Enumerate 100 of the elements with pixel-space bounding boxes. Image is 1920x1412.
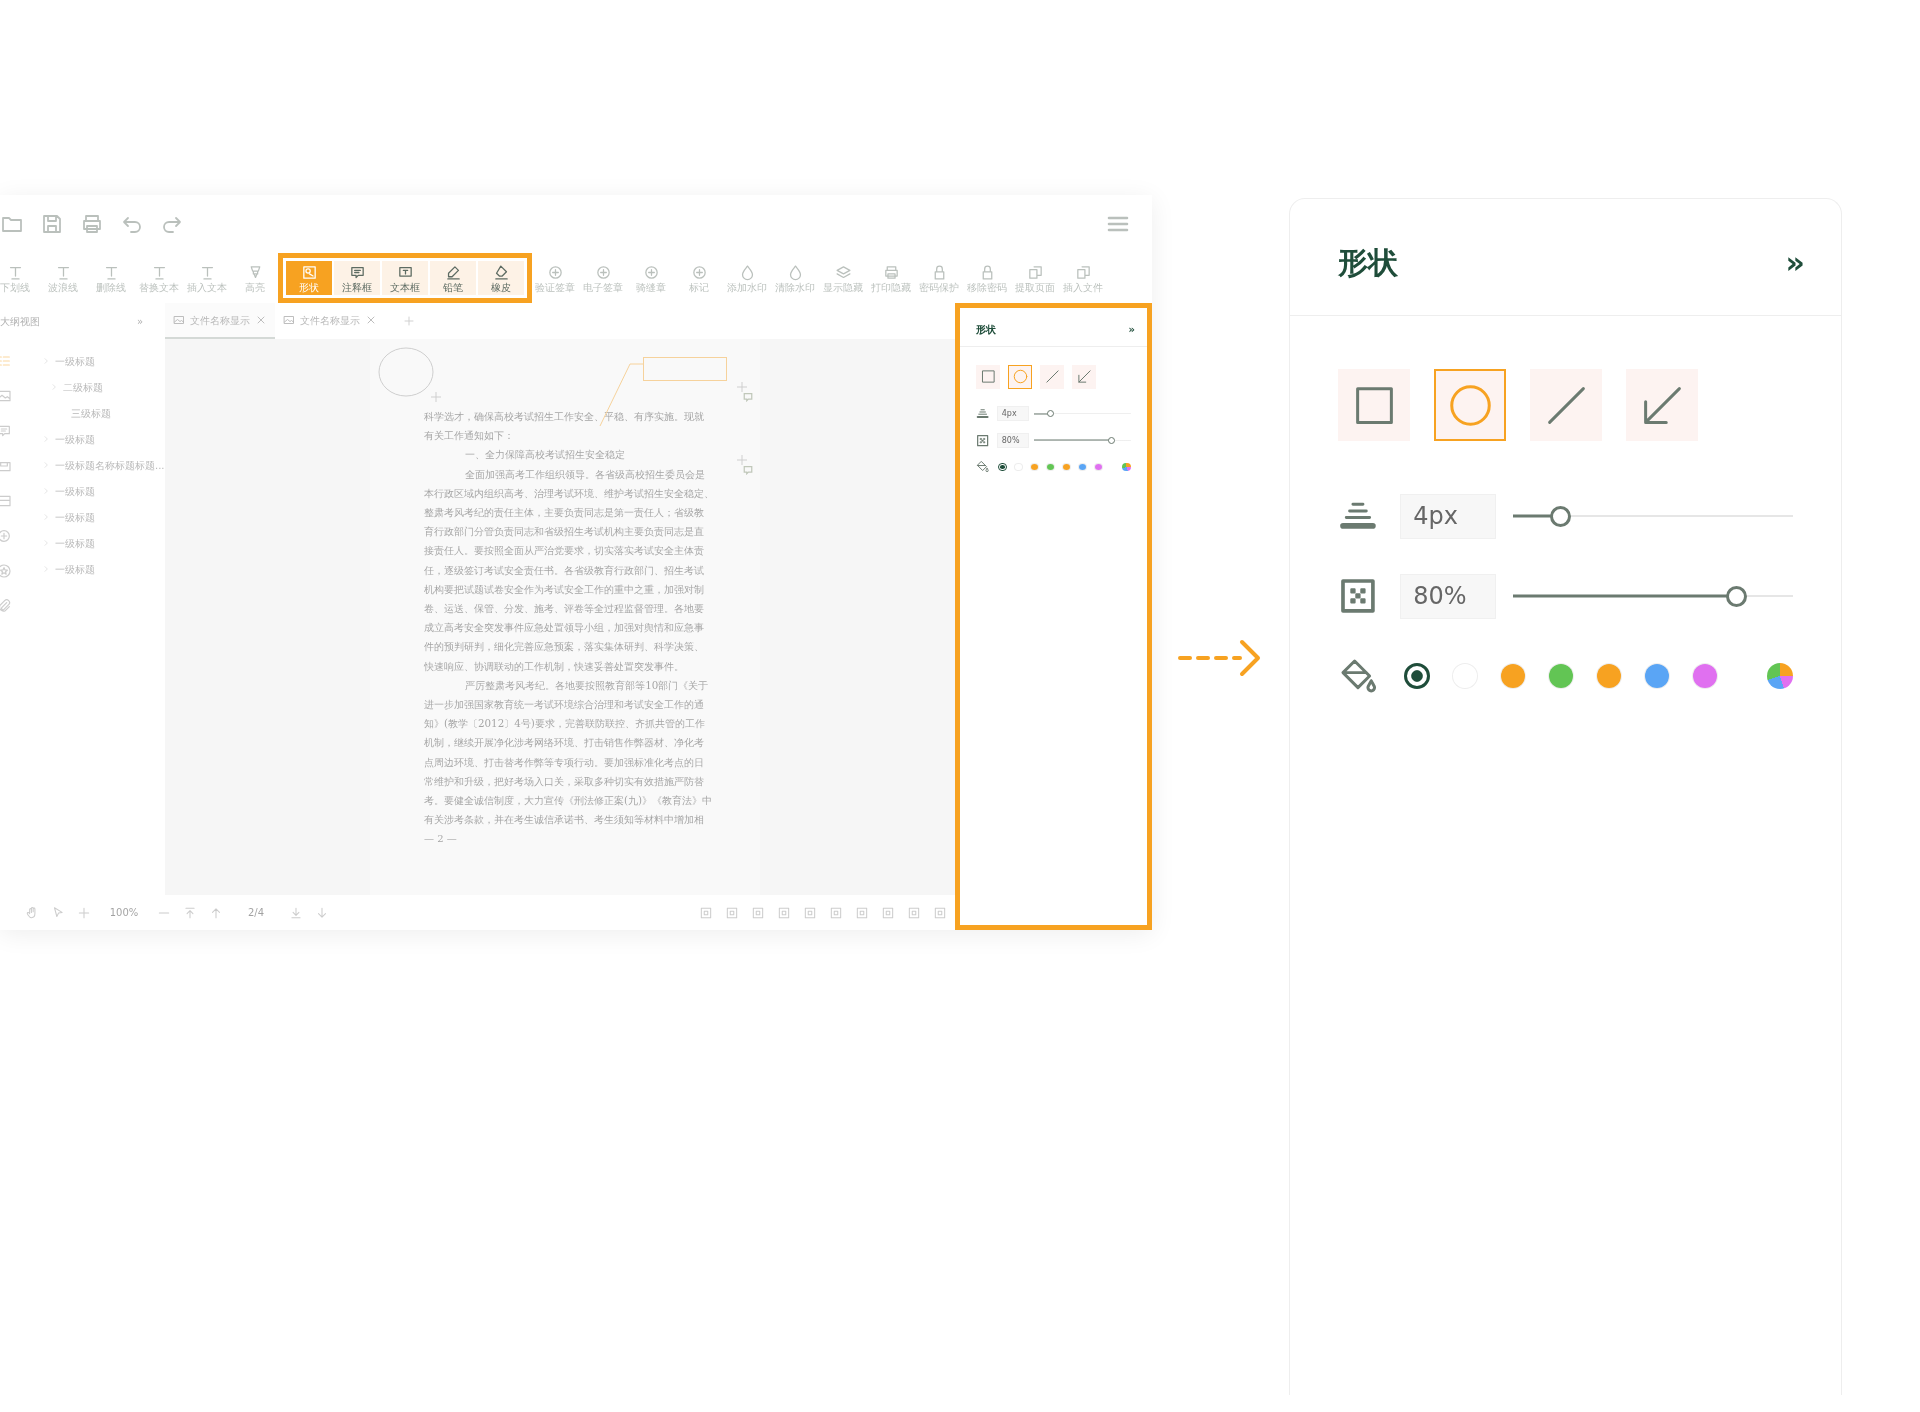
slider-thumb[interactable]: [1108, 436, 1116, 444]
panel-title: 大纲视图: [0, 314, 40, 329]
image-icon[interactable]: [0, 388, 12, 404]
panel-title: 形状: [976, 322, 996, 336]
toolbar-button[interactable]: 删除线: [88, 261, 134, 295]
text-line: 本行政区域内组织高考、治理考试环境、维护考试招生安全稳定、: [424, 485, 714, 501]
close-icon[interactable]: [255, 314, 267, 326]
layout-icon[interactable]: [933, 905, 947, 920]
hand-icon[interactable]: [25, 905, 39, 920]
pages-icon: [1074, 263, 1092, 281]
outline-icon[interactable]: [0, 353, 12, 369]
rectangle-shape[interactable]: [643, 357, 727, 381]
layout-icon[interactable]: [803, 905, 817, 920]
line-width-field[interactable]: 4px: [996, 406, 1029, 422]
toolbar-button[interactable]: 添加水印: [724, 261, 770, 295]
page-number: — 2 —: [424, 832, 458, 847]
previous-page-icon[interactable]: [209, 905, 223, 920]
add-tab-icon[interactable]: [403, 315, 415, 327]
close-icon[interactable]: [365, 314, 377, 326]
text-line: 件的预判研判，细化完善应急预案，落实集体研判、科学决策、: [424, 639, 704, 655]
next-page-icon[interactable]: [315, 905, 329, 920]
toolbar-button[interactable]: 形状: [286, 261, 332, 295]
slider-thumb[interactable]: [1549, 505, 1571, 527]
pointer-icon[interactable]: [51, 905, 65, 920]
line-width-field[interactable]: 4px: [1400, 493, 1497, 539]
shape-icon: [300, 263, 318, 281]
ellipse-icon: [1012, 369, 1028, 385]
stamp-icon: [642, 263, 660, 281]
ellipse-icon: [1447, 382, 1493, 428]
ellipse-shape[interactable]: [378, 347, 434, 397]
toolbar-button[interactable]: 橡皮: [478, 261, 524, 295]
comment-icon[interactable]: [743, 392, 753, 402]
text-line: 知》(教学〔2012〕4号)要求，完善联防联控、齐抓共管的工作: [424, 716, 705, 732]
connector-line[interactable]: [598, 363, 644, 427]
collapse-button[interactable]: »: [136, 313, 143, 329]
text-line: 常维护和升级，把好考场入口关，采取多种切实有效措施严防替: [424, 773, 704, 789]
document-icon: [283, 314, 295, 326]
layout-icon[interactable]: [751, 905, 765, 920]
toolbar-button[interactable]: 文本框: [382, 261, 428, 295]
line-width-icon: [976, 407, 990, 421]
slider-thumb[interactable]: [1726, 585, 1748, 607]
toolbar-button[interactable]: 标记: [676, 261, 722, 295]
text-line: 考。要健全诚信制度，大力宣传《刑法修正案(九)》《教育法》中: [424, 793, 713, 809]
opacity-field[interactable]: 80%: [996, 432, 1029, 448]
text-line: 接责任人。要按照全面从严治党要求，切实落实考试安全主体责: [424, 543, 704, 559]
toolbar-button[interactable]: 提取页面: [1012, 261, 1058, 295]
toolbar-button[interactable]: 清除水印: [772, 261, 818, 295]
layout-icon[interactable]: [881, 905, 895, 920]
slider-thumb[interactable]: [1047, 410, 1055, 418]
toolbar-button[interactable]: 铅笔: [430, 261, 476, 295]
plus-icon[interactable]: [430, 391, 442, 403]
color-wheel-icon[interactable]: [1766, 663, 1793, 690]
toolbar-button[interactable]: 打印隐藏: [868, 261, 914, 295]
toolbar-button[interactable]: 移除密码: [964, 261, 1010, 295]
stamp-icon: [690, 263, 708, 281]
stamp-icon: [594, 263, 612, 281]
printer-icon[interactable]: [80, 212, 104, 236]
layout-icon[interactable]: [699, 905, 713, 920]
text-line: 有关工作通知如下：: [424, 428, 514, 444]
list-icon[interactable]: [0, 493, 12, 509]
zoom-in-icon[interactable]: [77, 905, 91, 920]
stamp-icon[interactable]: [0, 528, 12, 544]
color-swatch[interactable]: [1404, 663, 1431, 690]
layout-icon[interactable]: [829, 905, 843, 920]
last-page-icon[interactable]: [289, 905, 303, 920]
color-swatch[interactable]: [998, 462, 1007, 472]
collapse-button[interactable]: »: [1785, 242, 1805, 282]
shape-button[interactable]: [1434, 369, 1506, 442]
plus-icon[interactable]: [736, 454, 748, 466]
color-wheel-icon[interactable]: [1122, 462, 1131, 472]
text-line: 严厉整肃考风考纪。各地要按照教育部等10部门《关于: [464, 677, 709, 693]
layout-icon[interactable]: [907, 905, 921, 920]
toolbar-button[interactable]: 高亮: [232, 261, 278, 295]
save-icon[interactable]: [40, 212, 64, 236]
collapse-button[interactable]: »: [1128, 322, 1135, 336]
comment-icon[interactable]: [743, 465, 753, 475]
printer-icon: [882, 263, 900, 281]
comment-icon[interactable]: [0, 423, 12, 439]
shape-button[interactable]: [1008, 364, 1032, 389]
shape-button[interactable]: [1040, 364, 1064, 389]
panel-title: 形状: [1338, 243, 1398, 282]
toolbar-button[interactable]: 注释框: [334, 261, 380, 295]
layout-icon[interactable]: [777, 905, 791, 920]
toolbar-button[interactable]: 下划线: [0, 261, 38, 295]
paint-bucket-icon: [976, 460, 990, 474]
shape-button[interactable]: [1072, 364, 1096, 389]
text-line: 全面加强高考工作组织领导。各省级高校招生委员会是: [464, 466, 706, 482]
shape-button[interactable]: [976, 364, 1000, 389]
first-page-icon[interactable]: [183, 905, 197, 920]
opacity-field[interactable]: 80%: [1400, 573, 1497, 619]
layout-icon[interactable]: [725, 905, 739, 920]
shape-button[interactable]: [1338, 369, 1410, 442]
star-icon[interactable]: [0, 563, 12, 579]
line-icon: [1044, 369, 1060, 385]
shape-button[interactable]: [1626, 369, 1698, 442]
shape-button[interactable]: [1530, 369, 1602, 442]
clip-icon[interactable]: [0, 598, 12, 614]
layers-icon: [834, 263, 852, 281]
plus-icon[interactable]: [736, 381, 748, 393]
layout-icon[interactable]: [855, 905, 869, 920]
